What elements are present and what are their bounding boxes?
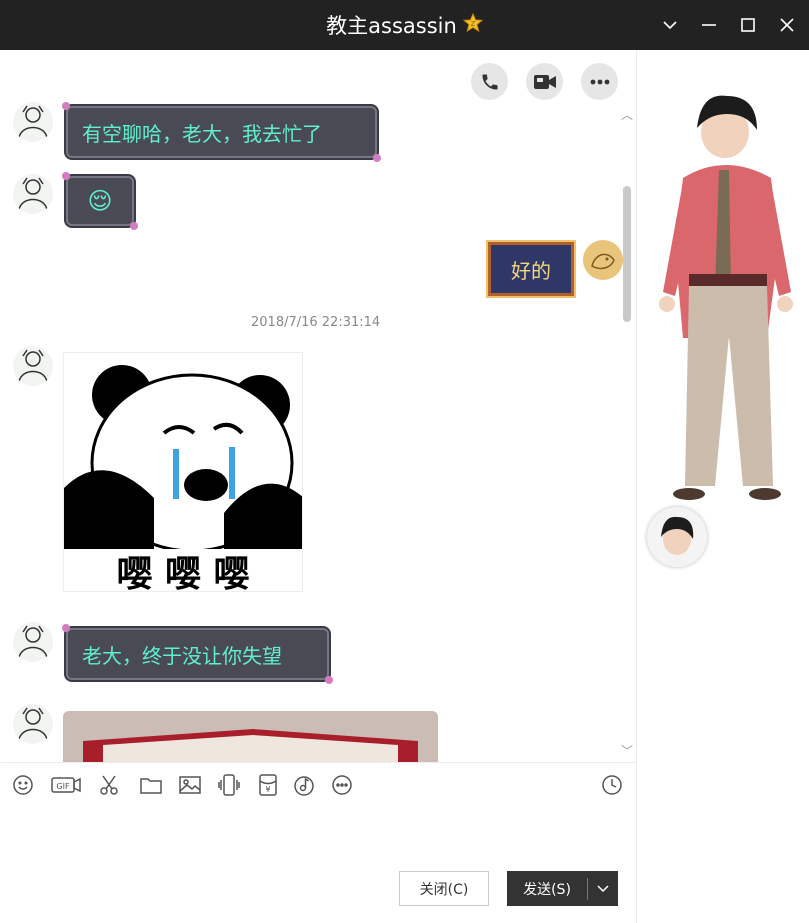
emoji-icon[interactable] [11,773,35,797]
minimize-button[interactable] [690,0,728,50]
message-timestamp: 2018/7/16 22:31:14 [251,315,381,330]
video-call-button[interactable] [526,63,563,100]
window-title-wrap: 教主assassin Z [326,10,484,40]
panda-sticker-image [64,365,302,553]
avatar-show-figure [659,95,793,500]
call-actions [471,63,618,100]
contact-avatar[interactable] [13,102,53,142]
chevron-down-icon[interactable] [651,0,689,50]
image-message[interactable] [63,711,438,762]
my-message-bubble[interactable]: 好的 [488,242,574,296]
more-options-button[interactable] [581,63,618,100]
send-button[interactable]: 发送(S) [507,871,618,906]
contact-avatar[interactable] [13,704,53,744]
sticker-caption: 嘤 嘤 嘤 [116,554,250,592]
window-title: 教主assassin [326,14,457,38]
contact-avatar[interactable] [13,346,53,386]
relieved-face-emoji: 😌 [87,187,113,215]
star-badge-icon: Z [462,12,484,38]
message-text: 有空聊哈，老大，我去忙了 [82,121,322,146]
photo-thumbnail [63,711,438,762]
maximize-button[interactable] [729,0,767,50]
close-window-button[interactable] [768,0,806,50]
title-bar: 教主assassin Z [0,0,809,50]
message-input[interactable] [1,808,636,863]
send-options-chevron-icon[interactable] [588,884,618,893]
shake-icon[interactable] [217,773,241,797]
my-avatar[interactable] [583,240,623,280]
scroll-up-icon[interactable]: ︿ [621,106,633,123]
input-toolbar: GIF ¥ [1,762,636,808]
send-button-label[interactable]: 发送(S) [507,879,587,899]
svg-text:¥: ¥ [265,785,270,794]
camera-icon [533,74,556,89]
history-icon[interactable] [600,773,624,797]
more-dots-icon [590,79,609,84]
message-text: 好的 [511,258,551,283]
contact-side-panel [636,50,809,923]
more-icon[interactable] [330,773,354,797]
svg-text:GIF: GIF [56,782,70,791]
gif-icon[interactable]: GIF [51,773,81,797]
chat-area[interactable]: 有空聊哈，老大，我去忙了 😌 好的 2018/7/16 22:31:14 嘤 嘤… [1,50,636,762]
message-bubble[interactable]: 老大，终于没让你失望 [62,624,333,684]
phone-icon [482,74,497,89]
message-text: 老大，终于没让你失望 [82,643,282,668]
scroll-down-icon[interactable]: ﹀ [621,742,633,759]
chat-scrollbar[interactable] [623,186,631,322]
contact-avatar[interactable] [13,174,53,214]
emoji-bubble[interactable]: 😌 [62,172,138,230]
music-icon[interactable] [292,773,316,797]
voice-call-button[interactable] [471,63,508,100]
image-icon[interactable] [178,773,202,797]
contact-avatar[interactable] [13,622,53,662]
sticker-message[interactable]: 嘤 嘤 嘤 [63,352,303,592]
red-packet-icon[interactable]: ¥ [256,773,280,797]
mini-avatar[interactable] [647,507,707,567]
svg-text:Z: Z [470,20,475,28]
folder-icon[interactable] [139,773,163,797]
close-button[interactable]: 关闭(C) [399,871,489,906]
scissors-icon[interactable] [97,773,121,797]
message-bubble[interactable]: 有空聊哈，老大，我去忙了 [62,102,381,162]
